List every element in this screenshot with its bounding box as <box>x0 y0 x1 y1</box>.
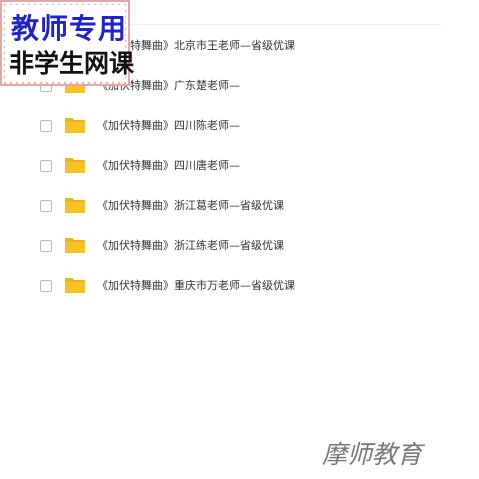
row-checkbox[interactable] <box>40 120 52 132</box>
row-checkbox[interactable] <box>40 280 52 292</box>
row-checkbox[interactable] <box>40 240 52 252</box>
file-row[interactable]: 《加伏特舞曲》四川陈老师— <box>0 106 479 146</box>
folder-icon <box>64 117 86 134</box>
signature-watermark: 摩师教育 <box>322 440 423 469</box>
row-checkbox[interactable] <box>40 200 52 212</box>
file-name[interactable]: 《加伏特舞曲》四川陈老师— <box>97 118 240 133</box>
folder-icon <box>64 277 86 294</box>
folder-icon <box>64 197 86 214</box>
watermark-line1: 教师专用 <box>11 12 128 45</box>
file-name[interactable]: 《加伏特舞曲》浙江练老师—省级优课 <box>97 238 284 253</box>
file-name[interactable]: 《加伏特舞曲》四川唐老师— <box>97 158 240 173</box>
file-row[interactable]: 《加伏特舞曲》重庆市万老师—省级优课 <box>0 266 479 306</box>
file-row[interactable]: 《加伏特舞曲》浙江葛老师—省级优课 <box>0 186 479 226</box>
file-name[interactable]: 《加伏特舞曲》浙江葛老师—省级优课 <box>97 198 284 213</box>
watermark-line2: 非学生网课 <box>9 49 135 78</box>
watermark-panel: 教师专用 非学生网课 <box>5 5 134 81</box>
watermark-stamp: 教师专用 非学生网课 <box>0 0 134 86</box>
file-row[interactable]: 《加伏特舞曲》四川唐老师— <box>0 146 479 186</box>
file-name[interactable]: 《加伏特舞曲》重庆市万老师—省级优课 <box>97 278 295 293</box>
file-row[interactable]: 《加伏特舞曲》浙江练老师—省级优课 <box>0 226 479 266</box>
folder-icon <box>64 157 86 174</box>
row-checkbox[interactable] <box>40 160 52 172</box>
folder-icon <box>64 237 86 254</box>
